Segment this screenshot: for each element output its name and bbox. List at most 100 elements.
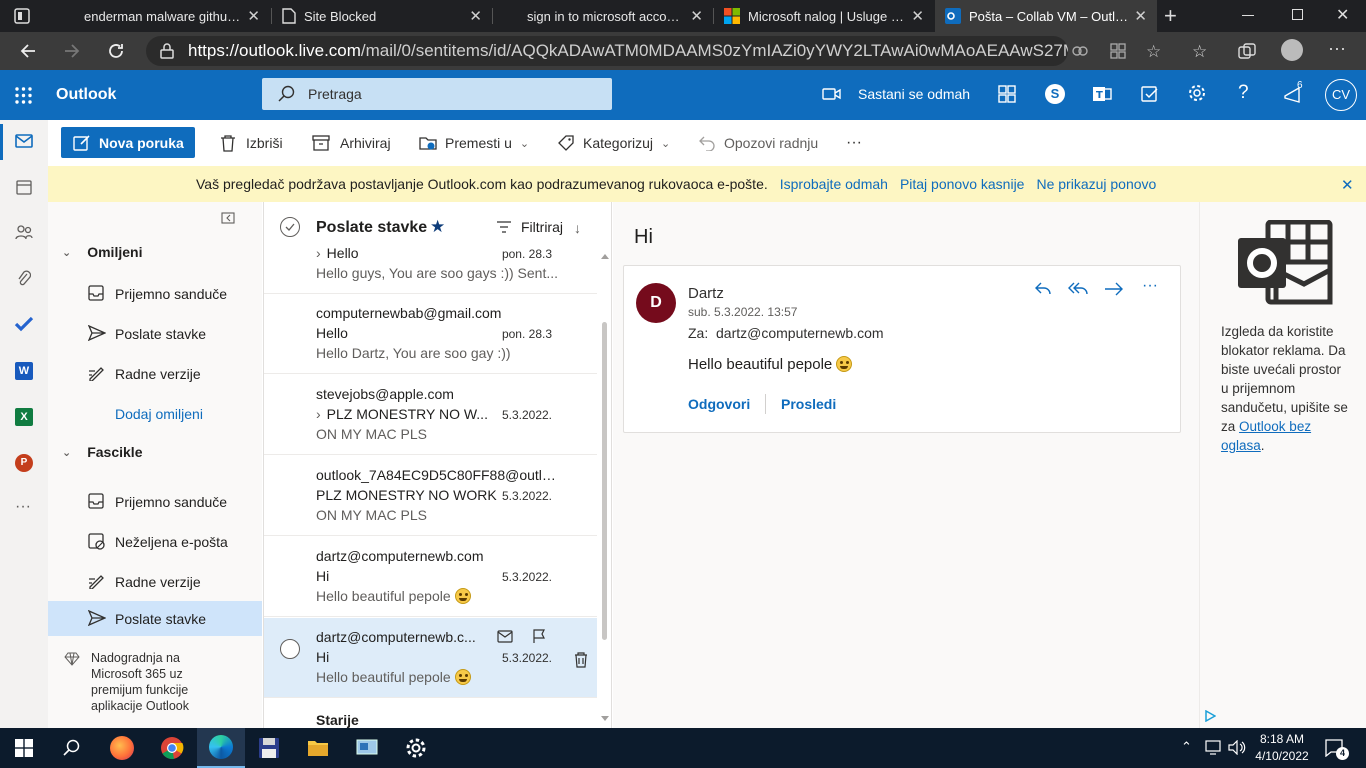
- apps-icon[interactable]: [1110, 43, 1126, 59]
- scroll-down-icon[interactable]: [601, 716, 609, 721]
- address-bar[interactable]: https://outlook.live.com/mail/0/sentitem…: [146, 36, 1068, 66]
- close-banner-icon[interactable]: ✕: [1341, 176, 1354, 194]
- calendar-icon[interactable]: [16, 179, 32, 195]
- app-launcher-icon[interactable]: [15, 87, 32, 104]
- help-icon[interactable]: ?: [1238, 82, 1249, 104]
- list-scrollbar[interactable]: [598, 250, 612, 728]
- scroll-up-icon[interactable]: [601, 254, 609, 259]
- mail-icon[interactable]: [15, 134, 33, 148]
- delete-button[interactable]: Izbriši: [220, 120, 283, 166]
- collapse-pane-icon[interactable]: [221, 212, 235, 224]
- reading-view-icon[interactable]: [1071, 44, 1089, 58]
- refresh-icon[interactable]: [106, 41, 126, 61]
- profile-icon[interactable]: [1281, 39, 1303, 61]
- my-day-icon[interactable]: [1140, 84, 1160, 104]
- reply-all-icon[interactable]: [1068, 281, 1090, 297]
- add-favorite-link[interactable]: Dodaj omiljeni: [48, 394, 262, 434]
- ask-later-link[interactable]: Pitaj ponovo kasnije: [900, 176, 1025, 192]
- list-item[interactable]: dartz@computernewb.com Hi Hello beautifu…: [264, 537, 597, 617]
- close-tab-icon[interactable]: ✕: [247, 7, 260, 25]
- settings-more-icon[interactable]: ···: [1328, 38, 1346, 59]
- list-item[interactable]: stevejobs@apple.com › PLZ MONESTRY NO W..…: [264, 375, 597, 455]
- favorites-header[interactable]: ⌄ Omiljeni: [62, 244, 142, 260]
- mark-unread-icon[interactable]: [497, 630, 513, 643]
- edge-icon[interactable]: [197, 728, 245, 768]
- search-taskbar-icon[interactable]: [48, 728, 96, 768]
- meet-now-button[interactable]: Sastani se odmah: [822, 86, 970, 102]
- back-icon[interactable]: [18, 41, 38, 61]
- more-commands-button[interactable]: ···: [846, 120, 862, 166]
- start-button[interactable]: [0, 728, 48, 768]
- chrome-icon[interactable]: [148, 728, 196, 768]
- search-input[interactable]: Pretraga: [262, 78, 612, 110]
- settings-gear-icon[interactable]: [1187, 83, 1207, 103]
- folder-sent-items[interactable]: Poslate stavke: [48, 601, 262, 636]
- skype-icon[interactable]: S: [1045, 84, 1065, 104]
- delete-message-icon[interactable]: [574, 652, 588, 668]
- upgrade-promo[interactable]: Nadogradnja na Microsoft 365 uz premijum…: [64, 650, 254, 714]
- firefox-icon[interactable]: [98, 728, 146, 768]
- word-icon[interactable]: W: [15, 362, 33, 380]
- app-name[interactable]: Outlook: [56, 86, 116, 104]
- folders-header[interactable]: ⌄ Fascikle: [62, 444, 142, 460]
- list-item[interactable]: › Hello Hello guys, You are soo gays :)) …: [264, 214, 597, 294]
- try-now-link[interactable]: Isprobajte odmah: [780, 176, 888, 192]
- folder-junk[interactable]: Neželjena e-pošta: [48, 522, 262, 562]
- avatar[interactable]: CV: [1325, 79, 1357, 111]
- tab-actions-icon[interactable]: [14, 8, 30, 24]
- tray-chevron-icon[interactable]: ⌃: [1181, 739, 1192, 755]
- sender-name[interactable]: Dartz: [688, 285, 724, 302]
- to-address[interactable]: dartz@computernewb.com: [716, 325, 884, 341]
- more-apps-icon[interactable]: ···: [15, 498, 31, 516]
- browser-tab[interactable]: Microsoft nalog | Usluge i pr ✕: [714, 0, 934, 32]
- lock-icon[interactable]: [160, 43, 174, 59]
- reply-button[interactable]: Odgovori: [688, 396, 750, 412]
- new-message-button[interactable]: Nova poruka: [61, 127, 195, 158]
- network-icon[interactable]: [1205, 740, 1223, 755]
- settings-taskbar-icon[interactable]: [392, 728, 440, 768]
- list-item[interactable]: outlook_7A84EC9D5C80FF88@outlo... PLZ MO…: [264, 456, 597, 536]
- favorites-icon[interactable]: ☆: [1192, 42, 1207, 62]
- restore-icon[interactable]: [1292, 9, 1303, 20]
- move-to-button[interactable]: Premesti u ⌄: [419, 120, 529, 166]
- dont-show-link[interactable]: Ne prikazuj ponovo: [1036, 176, 1156, 192]
- folder-inbox[interactable]: Prijemno sanduče: [48, 482, 262, 522]
- volume-icon[interactable]: [1228, 740, 1246, 755]
- more-actions-icon[interactable]: ···: [1142, 277, 1158, 295]
- minimize-icon[interactable]: [1242, 15, 1254, 16]
- folder-drafts[interactable]: Radne verzije: [48, 562, 262, 602]
- powerpoint-icon[interactable]: P: [15, 454, 33, 472]
- close-tab-icon[interactable]: ✕: [469, 7, 482, 25]
- adchoices-icon[interactable]: [1204, 710, 1216, 722]
- close-tab-icon[interactable]: ✕: [911, 7, 924, 25]
- flag-icon[interactable]: [532, 629, 546, 644]
- browser-tab[interactable]: enderman malware github - ✕: [50, 0, 270, 32]
- office-apps-icon[interactable]: [998, 85, 1016, 103]
- control-panel-icon[interactable]: [343, 728, 391, 768]
- close-tab-icon[interactable]: ✕: [1134, 7, 1147, 25]
- todo-icon[interactable]: [14, 316, 34, 332]
- excel-icon[interactable]: X: [15, 408, 33, 426]
- browser-tab-active[interactable]: Pošta – Collab VM – Outlook ✕: [935, 0, 1157, 32]
- list-item-selected[interactable]: dartz@computernewb.c... Hi Hello beautif…: [264, 618, 597, 698]
- favorite-inbox[interactable]: Prijemno sanduče: [48, 274, 262, 314]
- select-message-checkbox[interactable]: [280, 639, 300, 659]
- forward-arrow-icon[interactable]: [1104, 282, 1124, 296]
- scrollbar-thumb[interactable]: [602, 322, 607, 640]
- reply-icon[interactable]: [1034, 281, 1052, 297]
- forward-button[interactable]: Prosledi: [781, 396, 836, 412]
- browser-tab[interactable]: sign in to microsoft account ✕: [493, 0, 713, 32]
- save-file-icon[interactable]: [245, 728, 293, 768]
- favorite-sent-items[interactable]: Poslate stavke: [48, 314, 262, 354]
- add-favorite-icon[interactable]: ☆: [1146, 42, 1161, 62]
- categorize-button[interactable]: Kategorizuj ⌄: [557, 120, 670, 166]
- collections-icon[interactable]: [1238, 43, 1256, 59]
- favorite-drafts[interactable]: Radne verzije: [48, 354, 262, 394]
- file-explorer-icon[interactable]: [294, 728, 342, 768]
- close-tab-icon[interactable]: ✕: [690, 7, 703, 25]
- teams-icon[interactable]: T: [1092, 84, 1112, 104]
- browser-tab[interactable]: Site Blocked ✕: [272, 0, 492, 32]
- clock[interactable]: 8:18 AM 4/10/2022: [1254, 731, 1310, 765]
- list-item[interactable]: computernewbab@gmail.com Hello Hello Dar…: [264, 294, 597, 374]
- attachment-icon[interactable]: [17, 269, 31, 287]
